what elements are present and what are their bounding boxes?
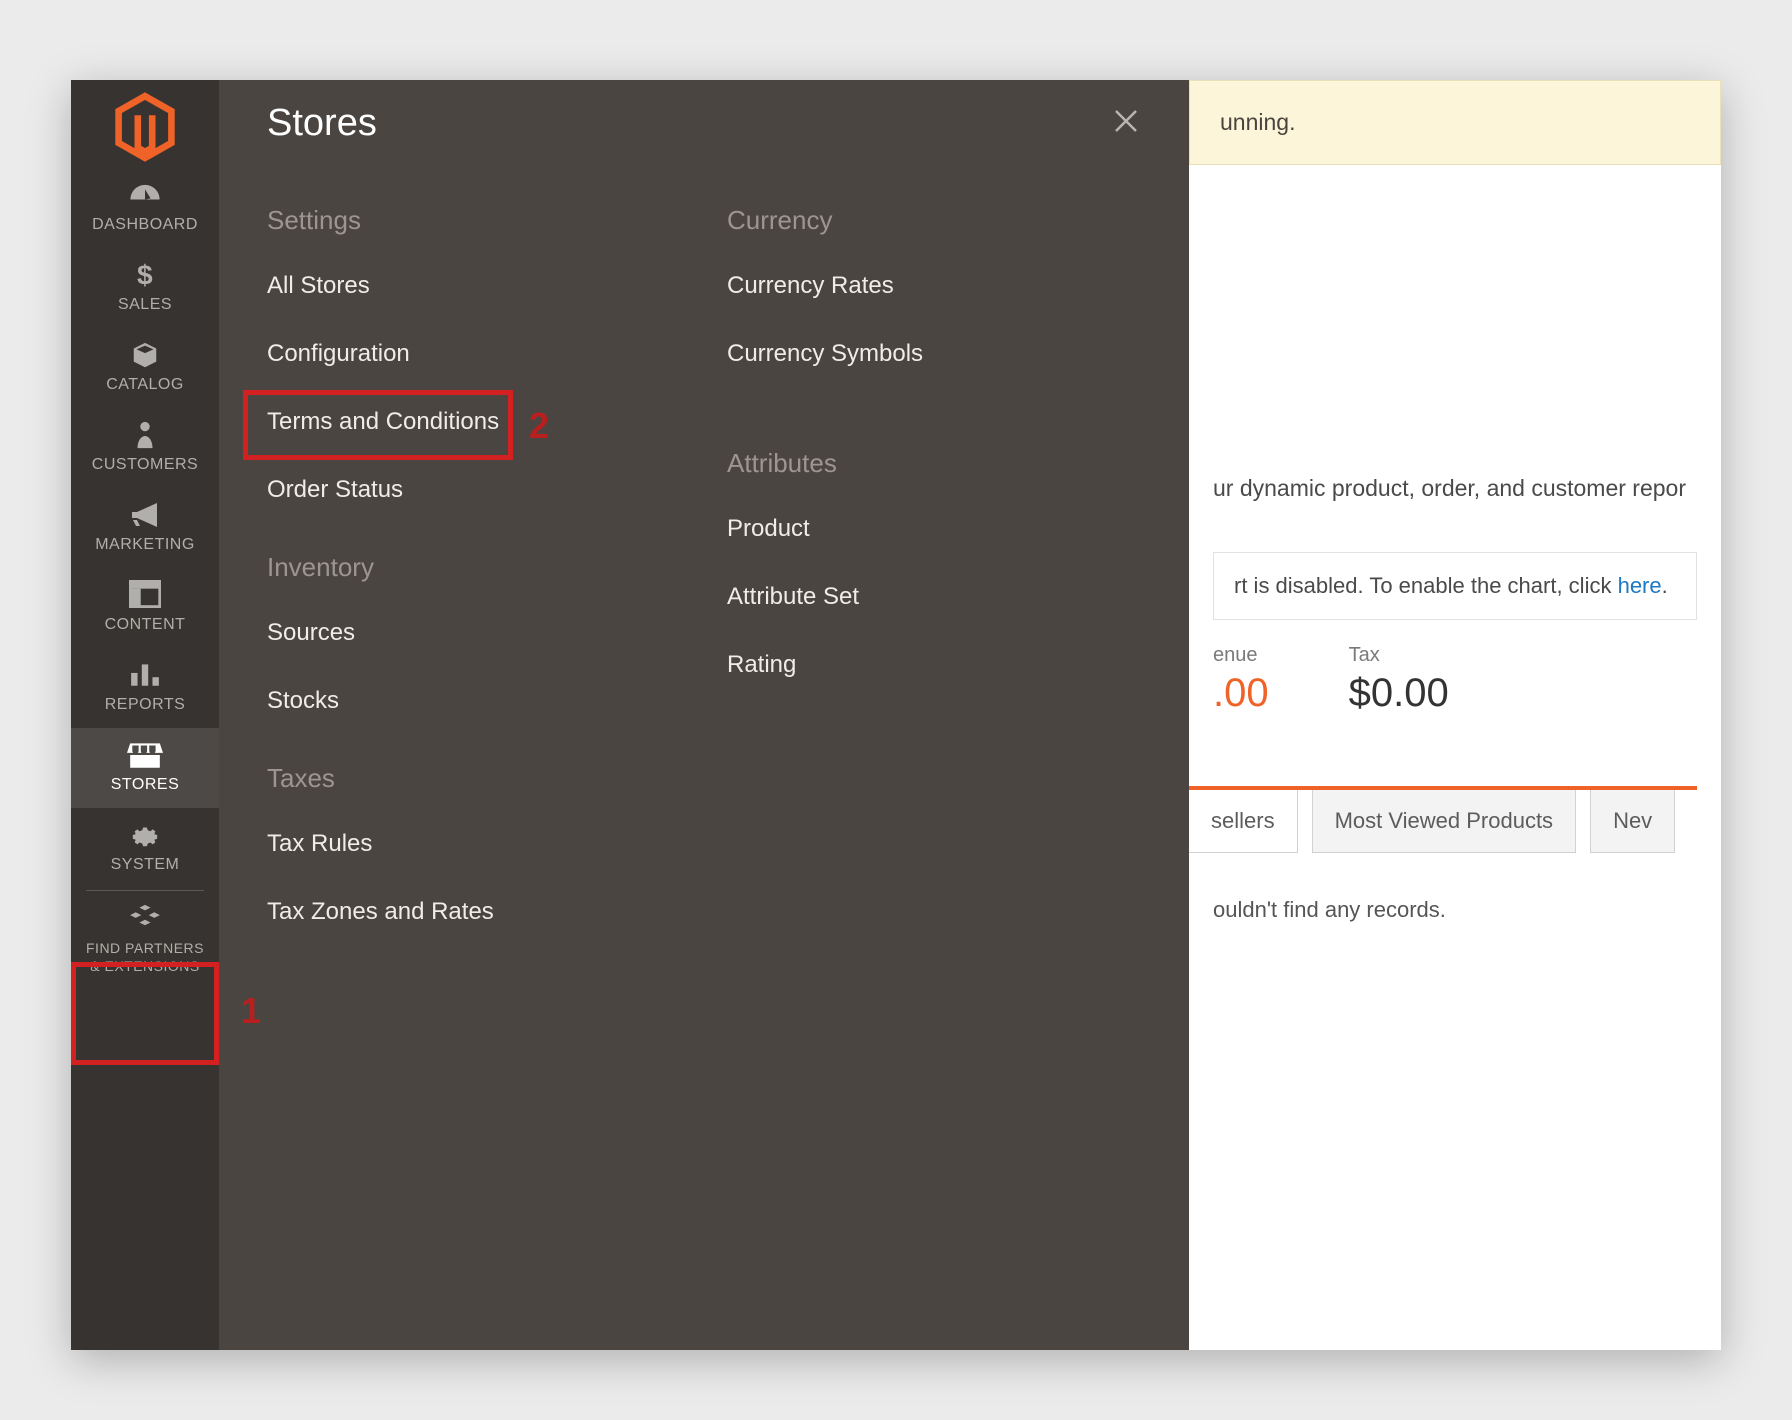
megaphone-icon [127, 500, 163, 530]
stat-label: enue [1213, 644, 1269, 667]
stat-value: .00 [1213, 671, 1269, 716]
close-icon[interactable] [1111, 106, 1141, 141]
stats-row: enue .00 Tax $0.00 [1213, 640, 1697, 786]
sidebar-item-content[interactable]: CONTENT [71, 568, 219, 648]
sidebar-label: SALES [71, 296, 219, 314]
flyout-item-stocks[interactable]: Stocks [267, 687, 607, 715]
sidebar-label: DASHBOARD [71, 216, 219, 234]
admin-sidebar: DASHBOARD $ SALES CATALOG CUSTOMERS MARK… [71, 80, 219, 1350]
flyout-item-tax-rules[interactable]: Tax Rules [267, 830, 607, 858]
sidebar-item-stores[interactable]: STORES [71, 728, 219, 808]
flyout-group-taxes: Taxes [267, 763, 607, 794]
sidebar-label: CATALOG [71, 376, 219, 394]
flyout-item-sources[interactable]: Sources [267, 619, 607, 647]
stat-tax: Tax $0.00 [1349, 644, 1449, 716]
layout-icon [127, 580, 163, 610]
sidebar-item-marketing[interactable]: MARKETING [71, 488, 219, 568]
empty-records: ouldn't find any records. [1213, 897, 1697, 923]
sidebar-label: CUSTOMERS [71, 456, 219, 474]
flyout-item-currency-rates[interactable]: Currency Rates [727, 272, 1067, 300]
flyout-item-currency-symbols[interactable]: Currency Symbols [727, 340, 1067, 368]
dashboard-paragraph: ur dynamic product, order, and customer … [1213, 475, 1697, 502]
flyout-item-product[interactable]: Product [727, 515, 1067, 543]
sidebar-item-catalog[interactable]: CATALOG [71, 328, 219, 408]
sidebar-item-system[interactable]: SYSTEM [71, 808, 219, 888]
chart-disabled-note: rt is disabled. To enable the chart, cli… [1213, 552, 1697, 620]
blocks-icon [127, 903, 163, 933]
flyout-item-tax-zones[interactable]: Tax Zones and Rates [267, 898, 607, 926]
sidebar-label: FIND PARTNERS & EXTENSIONS [81, 939, 209, 975]
flyout-item-rating[interactable]: Rating [727, 651, 1067, 679]
store-icon [127, 740, 163, 770]
sidebar-label: CONTENT [71, 616, 219, 634]
flyout-item-order-status[interactable]: Order Status [267, 476, 607, 504]
enable-chart-link[interactable]: here [1618, 573, 1662, 598]
system-banner: unning. [1189, 80, 1721, 165]
flyout-col-right: Currency Currency Rates Currency Symbols… [727, 205, 1067, 966]
flyout-col-left: Settings All Stores Configuration Terms … [267, 205, 607, 966]
sidebar-item-customers[interactable]: CUSTOMERS [71, 408, 219, 488]
tab-most-viewed[interactable]: Most Viewed Products [1312, 790, 1576, 853]
person-icon [127, 420, 163, 450]
flyout-group-currency: Currency [727, 205, 1067, 236]
bars-icon [127, 660, 163, 690]
flyout-group-attributes: Attributes [727, 448, 1067, 479]
sidebar-label: MARKETING [71, 536, 219, 554]
sidebar-item-reports[interactable]: REPORTS [71, 648, 219, 728]
sidebar-label: REPORTS [71, 696, 219, 714]
tab-new[interactable]: Nev [1590, 790, 1675, 853]
sidebar-label: STORES [71, 776, 219, 794]
dollar-icon: $ [127, 260, 163, 290]
admin-window: DASHBOARD $ SALES CATALOG CUSTOMERS MARK… [71, 80, 1721, 1350]
flyout-item-all-stores[interactable]: All Stores [267, 272, 607, 300]
tab-bestsellers[interactable]: sellers [1189, 790, 1298, 853]
stat-value: $0.00 [1349, 671, 1449, 716]
sidebar-label: SYSTEM [71, 856, 219, 874]
flyout-item-terms[interactable]: Terms and Conditions [267, 408, 607, 436]
flyout-item-configuration[interactable]: Configuration [267, 340, 607, 368]
gear-icon [127, 820, 163, 850]
stat-revenue: enue .00 [1213, 644, 1269, 716]
flyout-item-attribute-set[interactable]: Attribute Set [727, 583, 1067, 611]
sidebar-item-partners[interactable]: FIND PARTNERS & EXTENSIONS [71, 897, 219, 989]
sidebar-item-sales[interactable]: $ SALES [71, 248, 219, 328]
dashboard-content-peek: unning. ur dynamic product, order, and c… [1189, 80, 1721, 1350]
flyout-title: Stores [267, 102, 377, 145]
box-icon [127, 340, 163, 370]
flyout-group-settings: Settings [267, 205, 607, 236]
dashboard-tabs: sellers Most Viewed Products Nev [1189, 786, 1697, 853]
magento-logo-icon [110, 86, 180, 168]
stat-label: Tax [1349, 644, 1449, 667]
sidebar-item-dashboard[interactable]: DASHBOARD [71, 168, 219, 248]
sidebar-divider [86, 890, 204, 891]
gauge-icon [127, 180, 163, 210]
svg-text:$: $ [137, 260, 153, 290]
banner-text: unning. [1220, 109, 1295, 135]
stores-flyout: Stores Settings All Stores Configuration… [219, 80, 1189, 1350]
flyout-group-inventory: Inventory [267, 552, 607, 583]
